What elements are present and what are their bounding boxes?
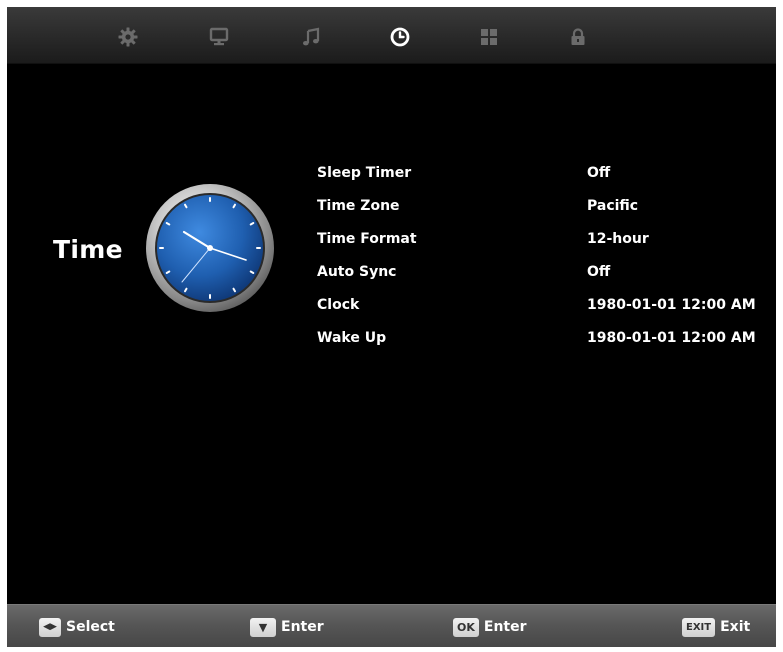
menu-tab-bar [7, 7, 776, 64]
setting-value: Off [587, 264, 611, 280]
setting-label: Time Zone [317, 198, 400, 214]
setting-label: Sleep Timer [317, 165, 412, 181]
setting-label: Auto Sync [317, 264, 397, 280]
setting-row-auto-sync[interactable]: Auto Sync Off [315, 256, 775, 289]
enter-down-hint-label: Enter [281, 619, 324, 635]
tab-lock-settings[interactable] [561, 20, 595, 54]
clock-tick [165, 222, 171, 226]
analog-clock-icon [144, 182, 276, 314]
exit-key-icon: EXIT [682, 617, 716, 637]
setting-label: Wake Up [317, 330, 387, 346]
tab-apps-settings[interactable] [472, 20, 506, 54]
section-title: Time [53, 235, 123, 264]
clock-icon [389, 26, 411, 48]
music-note-icon [300, 26, 322, 48]
clock-tick [165, 270, 171, 274]
tab-time-settings[interactable] [383, 20, 417, 54]
setting-row-wake-up[interactable]: Wake Up 1980-01-01 12:00 AM [315, 322, 775, 355]
clock-tick [184, 287, 188, 293]
time-settings-list: Sleep Timer Off Time Zone Pacific Time F… [315, 157, 775, 355]
setting-label: Time Format [317, 231, 417, 247]
exit-hint-label: Exit [720, 619, 751, 635]
lock-icon [567, 26, 589, 48]
setting-row-time-zone[interactable]: Time Zone Pacific [315, 190, 775, 223]
enter-down-hint[interactable]: ▼ Enter [250, 617, 324, 637]
setting-value: 1980-01-01 12:00 AM [587, 297, 756, 313]
setting-value: 12-hour [587, 231, 649, 247]
tab-audio-settings[interactable] [294, 20, 328, 54]
setting-label: Clock [317, 297, 360, 313]
select-hint[interactable]: ◀▶ Select [39, 617, 115, 637]
clock-tick [249, 270, 255, 274]
clock-tick [184, 203, 188, 209]
exit-hint[interactable]: EXIT Exit [682, 617, 750, 637]
left-right-arrows-icon: ◀▶ [39, 617, 61, 637]
ok-key-icon: OK [453, 617, 479, 637]
setting-value: 1980-01-01 12:00 AM [587, 330, 756, 346]
clock-tick [232, 203, 236, 209]
setting-row-time-format[interactable]: Time Format 12-hour [315, 223, 775, 256]
setting-value: Pacific [587, 198, 639, 214]
apps-grid-icon [478, 26, 500, 48]
down-arrow-icon: ▼ [250, 617, 276, 637]
clock-tick [249, 222, 255, 226]
ok-enter-hint[interactable]: OK Enter [453, 617, 527, 637]
select-hint-label: Select [66, 619, 115, 635]
tv-settings-screen: Time Sleep Timer Off Time Zone Pacific T… [7, 7, 776, 647]
tab-picture-settings[interactable] [111, 20, 145, 54]
setting-row-clock[interactable]: Clock 1980-01-01 12:00 AM [315, 289, 775, 322]
ok-enter-hint-label: Enter [483, 619, 527, 635]
setting-value: Off [587, 165, 611, 181]
tab-display-settings[interactable] [202, 20, 236, 54]
clock-tick [232, 287, 236, 293]
gear-icon [117, 26, 139, 48]
monitor-icon [208, 26, 230, 48]
setting-row-sleep-timer[interactable]: Sleep Timer Off [315, 157, 775, 190]
button-hint-bar: ◀▶ Select ▼ Enter OK Enter EXIT Exit [7, 604, 776, 647]
